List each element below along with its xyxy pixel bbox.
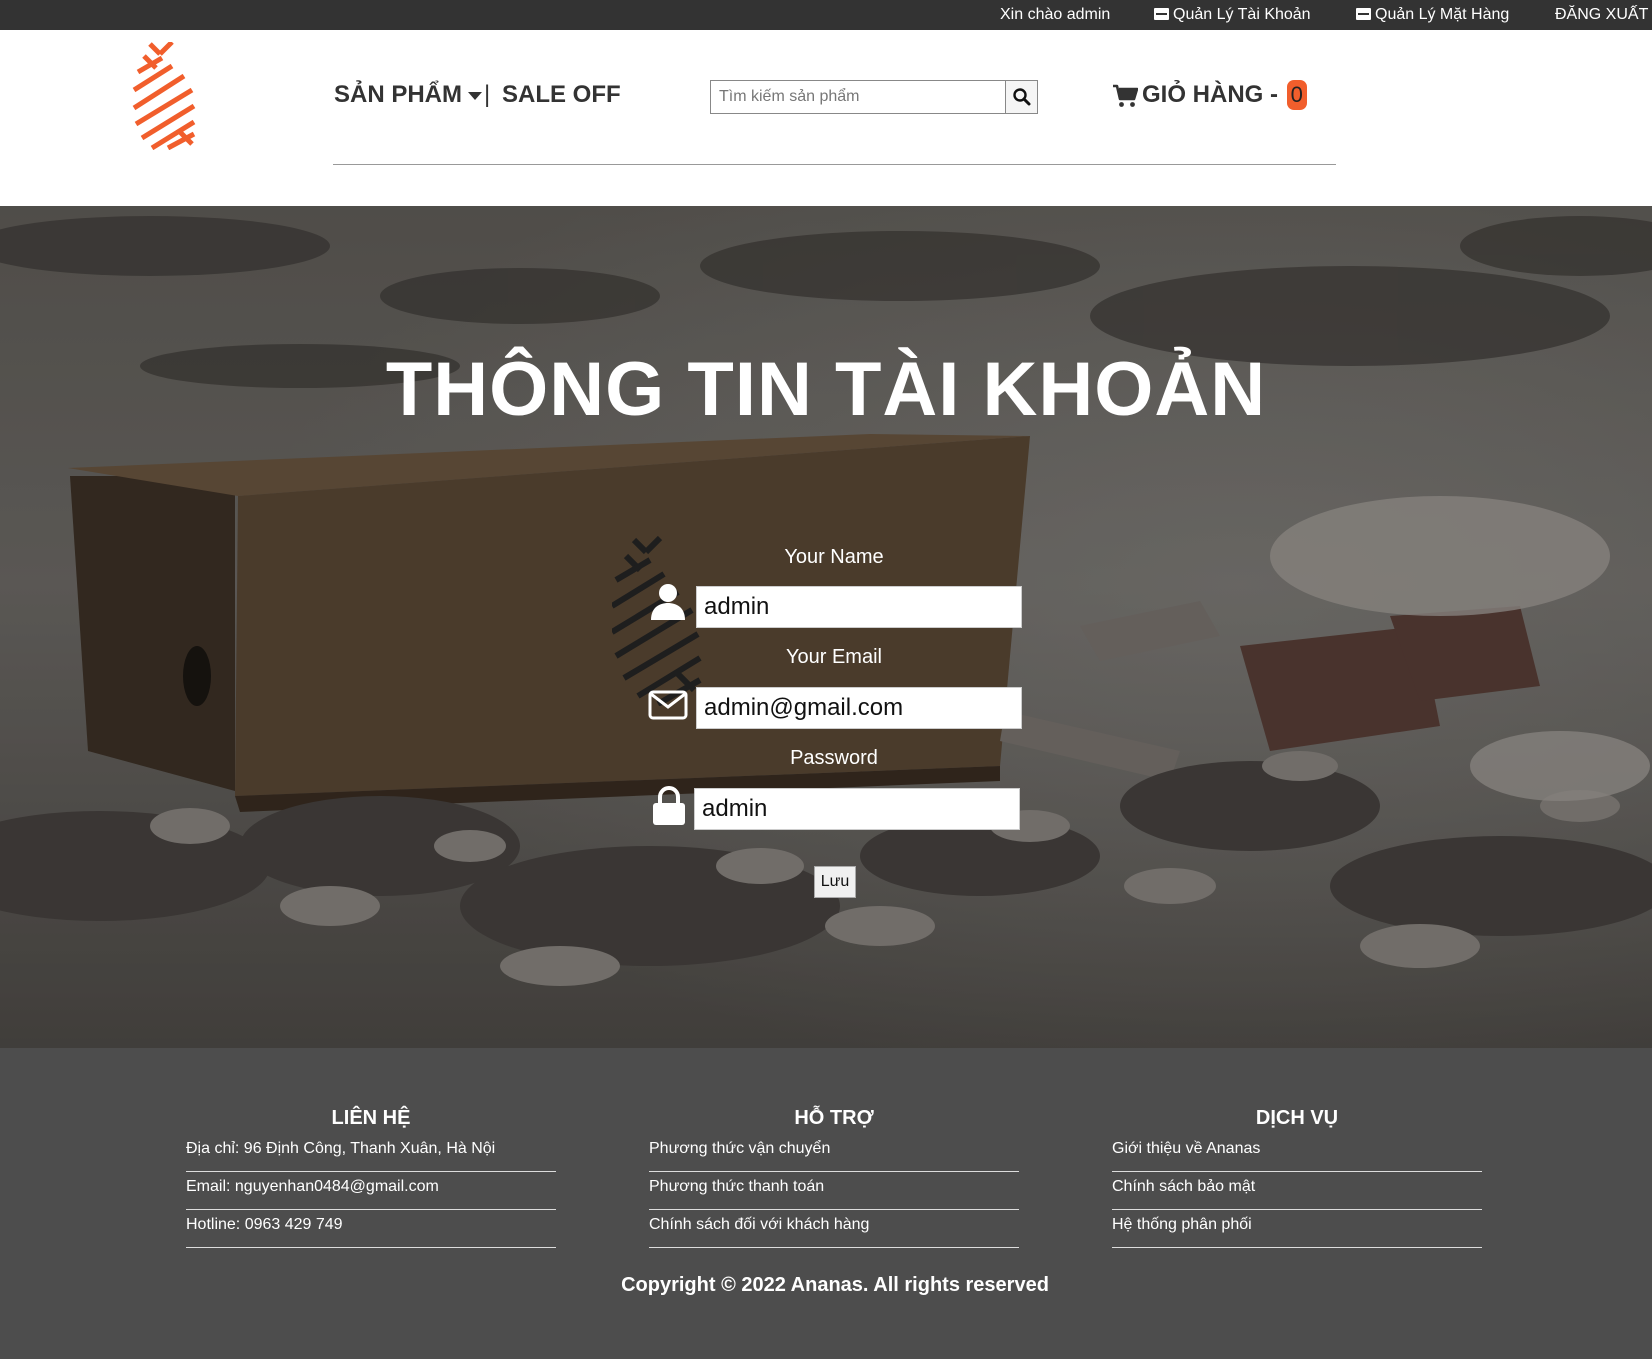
logout-link[interactable]: ĐĂNG XUẤT bbox=[1555, 0, 1648, 30]
nav-products[interactable]: SẢN PHẨM bbox=[334, 80, 483, 110]
save-button[interactable]: Lưu bbox=[814, 866, 856, 898]
footer-contact-heading: LIÊN HỆ bbox=[331, 1107, 411, 1129]
footer-payment-link[interactable]: Phương thức thanh toán bbox=[649, 1172, 1019, 1210]
search-button[interactable] bbox=[1005, 81, 1037, 113]
manage-products-link[interactable]: Quản Lý Mặt Hàng bbox=[1356, 0, 1509, 30]
footer-support-heading: HỖ TRỢ bbox=[794, 1107, 874, 1129]
name-label: Your Name bbox=[784, 546, 884, 568]
store-icon bbox=[1154, 8, 1169, 20]
user-icon bbox=[651, 584, 685, 620]
footer-customer-policy-link[interactable]: Chính sách đối với khách hàng bbox=[649, 1210, 1019, 1248]
nav-sale-off[interactable]: SALE OFF bbox=[502, 80, 621, 110]
name-input[interactable] bbox=[696, 586, 1022, 628]
footer-services-column: DỊCH VỤ Giới thiệu về Ananas Chính sách … bbox=[1112, 1104, 1482, 1248]
lock-icon bbox=[653, 786, 685, 825]
footer-email[interactable]: Email: nguyenhan0484@gmail.com bbox=[186, 1172, 556, 1210]
cart-label: GIỎ HÀNG - bbox=[1142, 81, 1278, 108]
cart-count-badge: 0 bbox=[1286, 80, 1307, 110]
caret-down-icon bbox=[468, 91, 483, 100]
email-input[interactable] bbox=[696, 687, 1022, 729]
greeting-text: Xin chào admin bbox=[1000, 6, 1111, 23]
email-label: Your Email bbox=[786, 646, 882, 668]
page-title: THÔNG TIN TÀI KHOẢN bbox=[385, 347, 1267, 432]
footer-about-link[interactable]: Giới thiệu về Ananas bbox=[1112, 1134, 1482, 1172]
cart-link[interactable]: GIỎ HÀNG - 0 bbox=[1112, 78, 1307, 112]
search-input[interactable] bbox=[711, 81, 1007, 113]
footer-contact-column: LIÊN HỆ Địa chỉ: 96 Định Công, Thanh Xuâ… bbox=[186, 1104, 556, 1248]
cart-icon bbox=[1113, 84, 1138, 107]
footer-hotline[interactable]: Hotline: 0963 429 749 bbox=[186, 1210, 556, 1248]
search-icon bbox=[1013, 88, 1031, 106]
footer-privacy-link[interactable]: Chính sách bảo mật bbox=[1112, 1172, 1482, 1210]
site-footer: LIÊN HỆ Địa chỉ: 96 Định Công, Thanh Xuâ… bbox=[0, 1048, 1652, 1359]
footer-services-heading: DỊCH VỤ bbox=[1255, 1107, 1339, 1129]
manage-account-label: Quản Lý Tài Khoản bbox=[1173, 6, 1311, 23]
footer-support-column: HỖ TRỢ Phương thức vận chuyển Phương thứ… bbox=[649, 1104, 1019, 1248]
footer-distribution-link[interactable]: Hệ thống phân phối bbox=[1112, 1210, 1482, 1248]
store-icon bbox=[1356, 8, 1371, 20]
header-divider bbox=[333, 164, 1336, 165]
footer-shipping-link[interactable]: Phương thức vận chuyển bbox=[649, 1134, 1019, 1172]
envelope-icon bbox=[648, 690, 688, 720]
copyright-text: Copyright © 2022 Ananas. All rights rese… bbox=[621, 1274, 1049, 1296]
search-box bbox=[710, 80, 1038, 114]
password-label: Password bbox=[790, 747, 878, 769]
password-input[interactable] bbox=[694, 788, 1020, 830]
manage-account-link[interactable]: Quản Lý Tài Khoản bbox=[1154, 0, 1311, 30]
footer-address: Địa chỉ: 96 Định Công, Thanh Xuân, Hà Nộ… bbox=[186, 1134, 556, 1172]
nav-products-label: SẢN PHẨM bbox=[334, 81, 463, 108]
manage-products-label: Quản Lý Mặt Hàng bbox=[1375, 6, 1510, 23]
site-header: SẢN PHẨM | SALE OFF GIỎ HÀNG - 0 bbox=[0, 30, 1652, 206]
account-hero: THÔNG TIN TÀI KHOẢN Your Name Your Email… bbox=[0, 206, 1652, 1048]
top-bar: Xin chào admin Quản Lý Tài Khoản Quản Lý… bbox=[0, 0, 1652, 30]
logo-icon[interactable] bbox=[132, 42, 198, 150]
nav-separator: | bbox=[484, 81, 491, 108]
